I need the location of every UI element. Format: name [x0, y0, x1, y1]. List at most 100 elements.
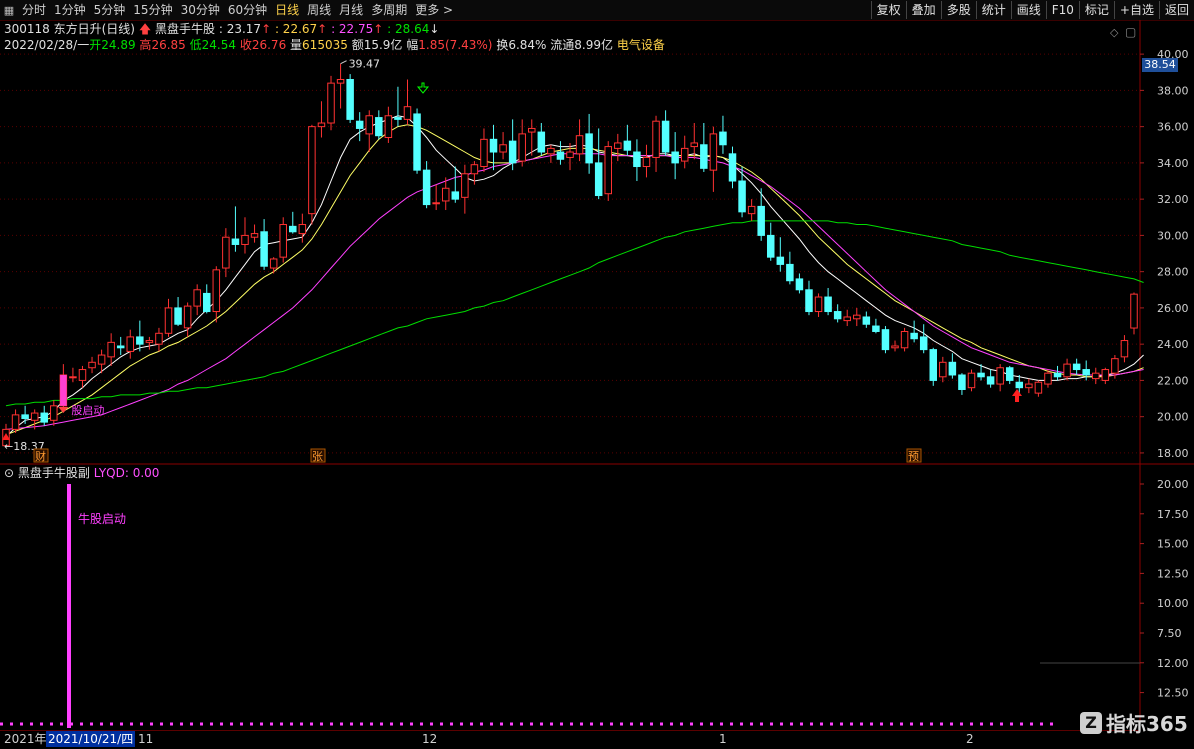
- month-1: 1: [719, 732, 727, 746]
- y-tick-label: 28.00: [1157, 266, 1189, 279]
- candle-body: [78, 369, 87, 381]
- candle-body: [1044, 372, 1052, 385]
- candle-body: [1053, 372, 1062, 378]
- candle-body: [11, 414, 20, 430]
- candle-body: [661, 120, 670, 153]
- buy-arrow-icon: [1012, 389, 1022, 396]
- candle-body: [355, 120, 364, 129]
- candle-body: [900, 330, 909, 349]
- candle-body: [986, 376, 995, 385]
- chart-grid: [0, 20, 1194, 730]
- candle-body: [575, 135, 584, 155]
- candle-body: [1005, 367, 1014, 381]
- candle-body: [556, 151, 565, 160]
- candle-body: [1082, 369, 1090, 376]
- candle-body: [212, 269, 221, 313]
- buy-arrow-stem: [1015, 396, 1019, 402]
- date-year: 2021年: [4, 732, 47, 746]
- month-2: 2: [966, 732, 974, 746]
- candle-body: [508, 140, 517, 164]
- candle-body: [709, 133, 718, 171]
- candle-body: [308, 126, 316, 215]
- candle-body: [585, 133, 593, 164]
- candle-body: [193, 289, 201, 307]
- candle-body: [948, 361, 957, 376]
- candle-body: [432, 202, 440, 205]
- sell-arrow-icon: [416, 82, 430, 94]
- candle-body: [327, 82, 335, 124]
- candle-body: [116, 345, 125, 349]
- candle-body: [518, 133, 526, 162]
- candle-body: [40, 412, 48, 423]
- marker-yu: 预: [908, 450, 919, 463]
- candle-body: [929, 349, 938, 381]
- candle-body: [384, 115, 393, 139]
- candles: [2, 63, 1138, 447]
- sub-tick-label: 12.50: [1157, 567, 1189, 580]
- candle-body: [652, 120, 660, 158]
- signal-label: 牛股启动: [78, 511, 126, 526]
- candle-body: [241, 234, 249, 245]
- max-pointer: [340, 60, 347, 65]
- candle-body: [451, 191, 460, 200]
- y-tick-label: 36.00: [1157, 121, 1189, 134]
- candle-body: [996, 367, 1004, 385]
- candle-body: [1101, 369, 1110, 381]
- candle-body: [1034, 381, 1043, 394]
- candle-body: [881, 329, 890, 351]
- candle-body: [97, 354, 106, 365]
- candle-body: [719, 131, 727, 146]
- candle-body: [690, 142, 699, 148]
- candle-body: [594, 162, 603, 197]
- sub-tick-label: 15.00: [1157, 538, 1189, 551]
- candle-body: [1025, 383, 1033, 389]
- candle-body: [422, 169, 431, 206]
- sub-tick-label: 12.50: [1157, 687, 1189, 700]
- candle-body: [766, 234, 775, 258]
- y-tick-label: 20.00: [1157, 411, 1189, 424]
- logo-icon: Z: [1080, 711, 1102, 734]
- y-tick-label: 30.00: [1157, 229, 1189, 242]
- candle-body: [145, 340, 154, 343]
- y-tick-label: 18.00: [1157, 447, 1189, 460]
- candle-body: [69, 376, 77, 379]
- candle-body: [919, 336, 928, 351]
- candle-body: [642, 156, 651, 168]
- y-tick-label: 26.00: [1157, 302, 1189, 315]
- candle-body: [21, 414, 29, 419]
- candle-body: [872, 325, 880, 332]
- candle-body: [805, 289, 813, 313]
- candle-body: [269, 258, 278, 269]
- candle-body: [1120, 340, 1129, 358]
- candle-body: [1015, 381, 1024, 389]
- sub-tick-label: 17.50: [1157, 508, 1189, 521]
- signal-bar: [67, 484, 71, 728]
- candle-body: [365, 115, 374, 135]
- candle-body: [891, 345, 899, 349]
- diamond-marker-icon: [58, 407, 69, 413]
- candle-body: [126, 336, 135, 352]
- candle-body: [30, 412, 39, 421]
- candle-body: [50, 405, 58, 421]
- sub-indicator-name[interactable]: 黑盘手牛股副: [18, 466, 90, 480]
- candle-body: [814, 296, 823, 313]
- current-price-tag: 38.54: [1142, 58, 1178, 72]
- logo-text: 指标365: [1106, 712, 1188, 736]
- candle-body: [680, 147, 689, 162]
- candle-body: [537, 131, 546, 153]
- sub-close-icon[interactable]: ⊙: [4, 466, 14, 480]
- candle-body: [614, 142, 622, 149]
- candle-body: [853, 314, 861, 320]
- max-price-label: 39.47: [349, 58, 381, 71]
- sub-tick-label: 20.00: [1157, 478, 1189, 491]
- kline-chart[interactable]: 18.00 20.00 22.00 24.00 26.00 28.00 30.00 32.00…: [0, 0, 1194, 748]
- signal-candle: [60, 374, 67, 406]
- month-12: 12: [422, 732, 438, 746]
- watermark-logo: Z 指标365: [1080, 708, 1188, 737]
- sub-indicator-title: ⊙ 黑盘手牛股副 LYQD: 0.00: [4, 466, 159, 480]
- candle-body: [413, 113, 421, 171]
- candle-body: [164, 307, 173, 334]
- candle-body: [566, 151, 574, 158]
- sub-indicator-value: LYQD: 0.00: [93, 466, 160, 480]
- candle-body: [1092, 372, 1100, 380]
